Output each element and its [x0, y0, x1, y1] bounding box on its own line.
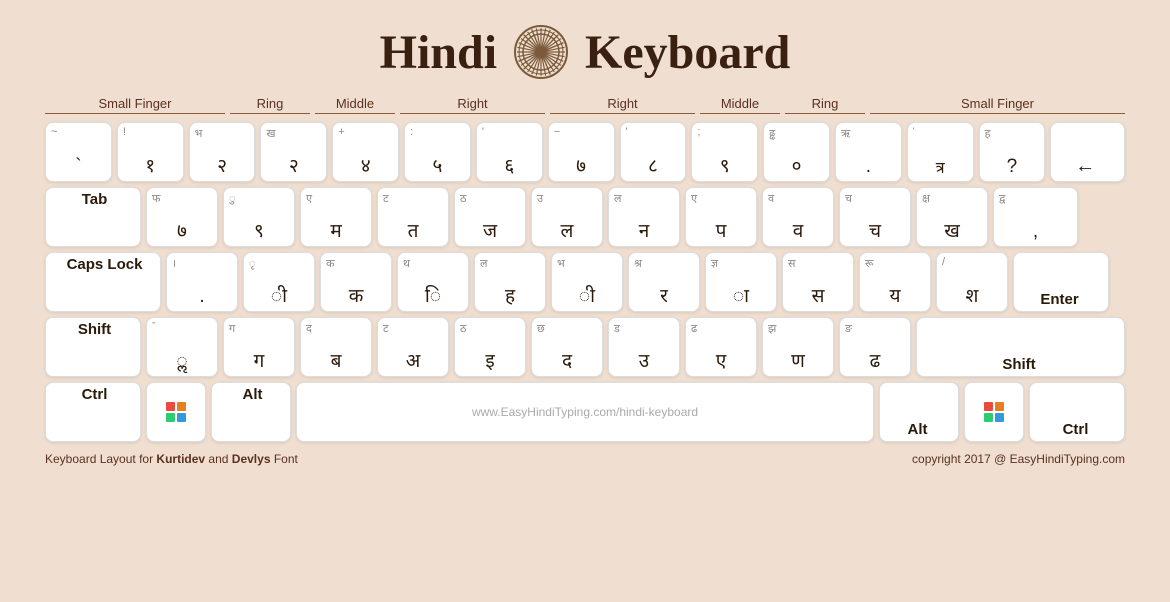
finger-label-small-left: Small Finger [45, 96, 225, 114]
key-v[interactable]: ट अ [377, 317, 449, 377]
key-quote[interactable]: / श [936, 252, 1008, 312]
caps-row: Caps Lock । . ृ ी क क [45, 252, 1125, 312]
finger-label-middle-left: Middle [315, 96, 395, 114]
key-a[interactable]: । . [166, 252, 238, 312]
ashoka-chakra [513, 24, 569, 80]
finger-label-right-index2: Right [550, 96, 695, 114]
key-i[interactable]: ए प [685, 187, 757, 247]
key-semicolon[interactable]: रू य [859, 252, 931, 312]
keyboard-container: Small Finger Ring Middle Right Right Mid… [35, 96, 1135, 442]
key-b[interactable]: ठ इ [454, 317, 526, 377]
key-g[interactable]: ल ह [474, 252, 546, 312]
key-k[interactable]: ज्ञ ा [705, 252, 777, 312]
finger-label-small-right: Small Finger [870, 96, 1125, 114]
enter-key[interactable]: Enter [1013, 252, 1109, 312]
finger-label-ring-left: Ring [230, 96, 310, 114]
keyboard-rows: ~ ` ! १ भ २ ख २ [45, 122, 1125, 442]
shift-left-key[interactable]: Shift [45, 317, 141, 377]
ctrl-left-key[interactable]: Ctrl [45, 382, 141, 442]
key-j[interactable]: श्र र [628, 252, 700, 312]
key-equals[interactable]: ' त्र [907, 122, 974, 182]
key-backtick[interactable]: ~ ` [45, 122, 112, 182]
ctrl-right-key[interactable]: Ctrl [1029, 382, 1125, 442]
key-r[interactable]: ट त [377, 187, 449, 247]
key-2[interactable]: भ २ [189, 122, 256, 182]
key-f[interactable]: थ ि [397, 252, 469, 312]
windows-logo-left [166, 402, 186, 422]
key-s[interactable]: ृ ी [243, 252, 315, 312]
key-y[interactable]: उ ल [531, 187, 603, 247]
windows-logo-right [984, 402, 1004, 422]
shift-row: Shift ˇ ॢ ग ग द ब [45, 317, 1125, 377]
key-p[interactable]: च च [839, 187, 911, 247]
url-label: www.EasyHindiTyping.com/hindi-keyboard [472, 405, 698, 419]
caps-lock-key[interactable]: Caps Lock [45, 252, 161, 312]
key-minus[interactable]: ऋ . [835, 122, 902, 182]
key-u[interactable]: ल न [608, 187, 680, 247]
footer-right: copyright 2017 @ EasyHindiTyping.com [912, 452, 1125, 466]
key-3[interactable]: ख २ [260, 122, 327, 182]
key-slash[interactable]: ङ ढ [839, 317, 911, 377]
finger-label-ring-right: Ring [785, 96, 865, 114]
key-bracket-open[interactable]: ह ? [979, 122, 1046, 182]
key-q[interactable]: फ ७ [146, 187, 218, 247]
key-0[interactable]: ढ्ढ ० [763, 122, 830, 182]
key-1[interactable]: ! १ [117, 122, 184, 182]
finger-label-middle-right: Middle [700, 96, 780, 114]
key-5[interactable]: : ५ [404, 122, 471, 182]
key-bracket-left[interactable]: क्ष ख [916, 187, 988, 247]
key-7[interactable]: − ७ [548, 122, 615, 182]
key-d[interactable]: क क [320, 252, 392, 312]
footer: Keyboard Layout for Kurtidev and Devlys … [35, 452, 1135, 466]
windows-left-key[interactable] [146, 382, 206, 442]
title-area: Hindi Keyboard [380, 24, 791, 80]
title-keyboard: Keyboard [585, 25, 790, 80]
key-n[interactable]: छ द [531, 317, 603, 377]
key-m[interactable]: ड उ [608, 317, 680, 377]
number-row: ~ ` ! १ भ २ ख २ [45, 122, 1125, 182]
key-e[interactable]: ए म [300, 187, 372, 247]
key-6[interactable]: ' ६ [476, 122, 543, 182]
key-4[interactable]: + ४ [332, 122, 399, 182]
key-bracket-right[interactable]: द्व , [993, 187, 1078, 247]
shift-right-key[interactable]: Shift [916, 317, 1125, 377]
tab-row: Tab फ ७ ु ९ ए म [45, 187, 1125, 247]
backspace-key[interactable]: ← [1050, 122, 1125, 182]
key-c[interactable]: द ब [300, 317, 372, 377]
windows-right-key[interactable] [964, 382, 1024, 442]
key-x[interactable]: ग ग [223, 317, 295, 377]
tab-key[interactable]: Tab [45, 187, 141, 247]
bottom-row: Ctrl Alt www.EasyHindiTyping.com/hindi-k… [45, 382, 1125, 442]
key-9[interactable]: ; ९ [691, 122, 758, 182]
key-h[interactable]: भ ी [551, 252, 623, 312]
key-period[interactable]: झ ण [762, 317, 834, 377]
finger-labels-row: Small Finger Ring Middle Right Right Mid… [45, 96, 1125, 114]
key-comma[interactable]: ढ ए [685, 317, 757, 377]
title-hindi: Hindi [380, 25, 497, 80]
key-l[interactable]: स स [782, 252, 854, 312]
space-key[interactable]: www.EasyHindiTyping.com/hindi-keyboard [296, 382, 874, 442]
key-o[interactable]: व व [762, 187, 834, 247]
finger-label-right-index: Right [400, 96, 545, 114]
alt-left-key[interactable]: Alt [211, 382, 291, 442]
key-t[interactable]: ठ ज [454, 187, 526, 247]
alt-right-key[interactable]: Alt [879, 382, 959, 442]
footer-left: Keyboard Layout for Kurtidev and Devlys … [45, 452, 298, 466]
key-8[interactable]: ' ८ [620, 122, 687, 182]
key-w[interactable]: ु ९ [223, 187, 295, 247]
key-z[interactable]: ˇ ॢ [146, 317, 218, 377]
